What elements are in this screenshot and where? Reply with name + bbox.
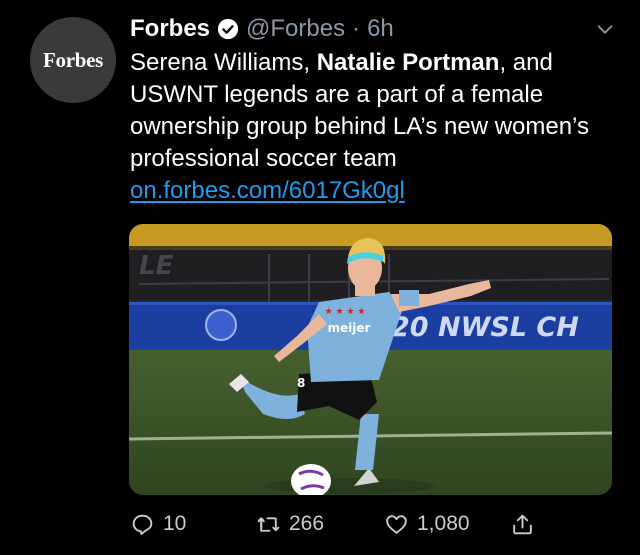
retweet-count: 266	[289, 512, 325, 535]
verified-badge-icon	[217, 18, 239, 40]
tweet-text-part-1: Serena Williams,	[130, 49, 317, 76]
tweet-actions: 10 266 1,080	[130, 508, 550, 540]
svg-text:★ ★ ★ ★: ★ ★ ★ ★	[325, 307, 366, 317]
retweet-button[interactable]: 266	[256, 508, 324, 540]
reply-count: 10	[163, 512, 187, 535]
reply-button[interactable]: 10	[130, 508, 186, 540]
banner-text: 20 NWSL CH	[391, 312, 579, 343]
chevron-down-icon[interactable]	[594, 18, 616, 40]
tweet-image[interactable]: LE 20 NWSL CH meijer ★ ★ ★ ★ 8	[129, 224, 612, 495]
mention-natalie-portman: Natalie Portman	[316, 49, 500, 76]
share-button[interactable]	[510, 508, 535, 540]
jersey-sponsor: meijer	[328, 321, 371, 335]
tweet-link[interactable]: on.forbes.com/6017Gk0gl	[130, 175, 405, 207]
timestamp[interactable]: 6h	[367, 15, 394, 43]
like-icon	[386, 514, 407, 534]
reply-icon	[132, 514, 153, 535]
svg-text:LE: LE	[139, 251, 174, 281]
avatar[interactable]: Forbes	[30, 17, 116, 103]
retweet-icon	[257, 516, 280, 532]
soccer-player-photo: LE 20 NWSL CH meijer ★ ★ ★ ★ 8	[129, 224, 612, 495]
like-button[interactable]: 1,080	[384, 508, 470, 540]
separator-dot: ·	[352, 15, 361, 42]
avatar-logo-text: Forbes	[42, 47, 104, 72]
display-name[interactable]: Forbes	[130, 15, 210, 43]
jersey-number: 8	[297, 376, 305, 390]
user-handle[interactable]: @Forbes	[246, 15, 345, 43]
tweet-text: Serena Williams, Natalie Portman, and US…	[130, 47, 625, 207]
share-icon	[513, 514, 532, 534]
like-count: 1,080	[417, 512, 470, 535]
tweet-header: Forbes @Forbes · 6h	[130, 12, 600, 46]
